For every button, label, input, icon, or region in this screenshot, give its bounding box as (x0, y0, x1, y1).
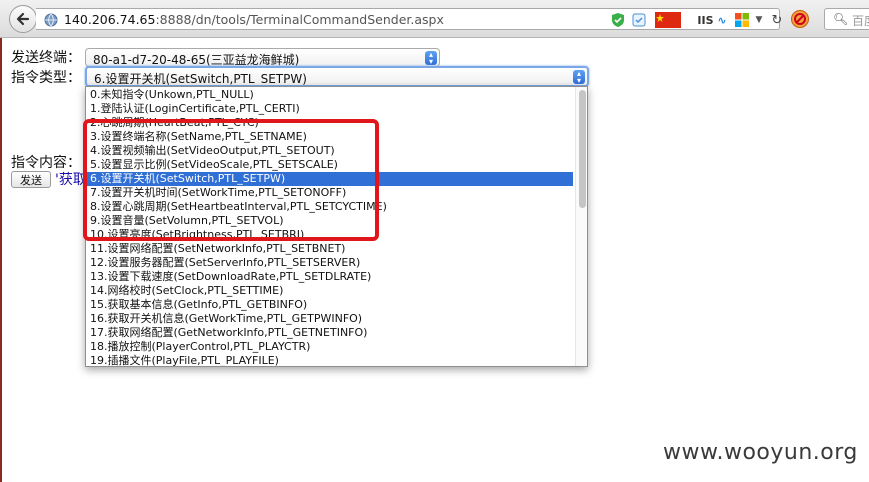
dropdown-option[interactable]: 11.设置网络配置(SetNetworkInfo,PTL_SETBNET) (86, 242, 573, 256)
terminal-label: 发送终端： (11, 50, 81, 66)
dropdown-option[interactable]: 17.获取网络配置(GetNetworkInfo,PTL_GETNETINFO) (86, 326, 573, 340)
dropdown-option[interactable]: 16.获取开关机信息(GetWorkTime,PTL_GETPWINFO) (86, 312, 573, 326)
dropdown-option[interactable]: 15.获取基本信息(GetInfo,PTL_GETBINFO) (86, 298, 573, 312)
search-placeholder: 百度 (852, 14, 869, 28)
command-type-select-value: 6.设置开关机(SetSwitch,PTL_SETPW) (94, 72, 307, 86)
dropdown-option[interactable]: 14.网络校时(SetClock,PTL_SETTIME) (86, 284, 573, 298)
back-arrow-icon (16, 12, 30, 26)
search-icon: 🔍︎ (833, 12, 849, 26)
globe-icon (44, 12, 58, 28)
send-button[interactable]: 发送 (11, 171, 51, 188)
select-arrows-icon: ▴ ▾ (425, 51, 437, 66)
dropdown-option[interactable]: 19.插播文件(PlayFile,PTL_PLAYFILE) (86, 354, 573, 366)
dropdown-option[interactable]: 1.登陆认证(LoginCertificate,PTL_CERTI) (86, 102, 573, 116)
dropdown-option[interactable]: 18.播放控制(PlayerControl,PTL_PLAYCTR) (86, 340, 573, 354)
china-flag-icon (655, 12, 681, 28)
terminal-select[interactable]: 80-a1-d7-20-48-65(三亚益龙海鲜城) ▴ ▾ (85, 48, 440, 67)
dropdown-option[interactable]: 13.设置下载速度(SetDownloadRate,PTL_SETDLRATE) (86, 270, 573, 284)
page-left-border (0, 38, 2, 482)
dropdown-option[interactable]: 12.设置服务器配置(SetServerInfo,PTL_SETSERVER) (86, 256, 573, 270)
dropdown-option[interactable]: 0.未知指令(Unkown,PTL_NULL) (86, 88, 573, 102)
back-button[interactable] (9, 5, 37, 33)
url-bar[interactable]: 140.206.74.65:8888/dn/tools/TerminalComm… (36, 8, 782, 30)
terminal-select-value: 80-a1-d7-20-48-65(三亚益龙海鲜城) (93, 53, 300, 67)
windows-icon (734, 12, 750, 28)
command-type-select[interactable]: 6.设置开关机(SetSwitch,PTL_SETPW) ▴ ▾ (85, 66, 589, 87)
dropdown-arrow-icon[interactable]: ▼ (754, 12, 764, 28)
reload-icon[interactable]: ↻ (770, 12, 784, 28)
scrollbar[interactable] (575, 87, 587, 366)
browser-toolbar: 140.206.74.65:8888/dn/tools/TerminalComm… (0, 0, 869, 38)
adblock-icon[interactable] (790, 9, 810, 29)
star-icon[interactable] (630, 12, 648, 28)
iis-icon: IIS ∿ (697, 13, 727, 27)
command-type-label: 指令类型： (11, 70, 81, 86)
annotation-highlight-box (83, 119, 379, 241)
shield-icon[interactable] (611, 12, 625, 28)
select-arrows-icon: ▴ ▾ (573, 70, 585, 85)
watermark: www.wooyun.org (663, 440, 858, 465)
scrollbar-thumb[interactable] (579, 90, 586, 208)
url-text: 140.206.74.65:8888/dn/tools/TerminalComm… (64, 12, 444, 27)
search-bar[interactable]: 🔍︎ 百度 (824, 8, 869, 30)
